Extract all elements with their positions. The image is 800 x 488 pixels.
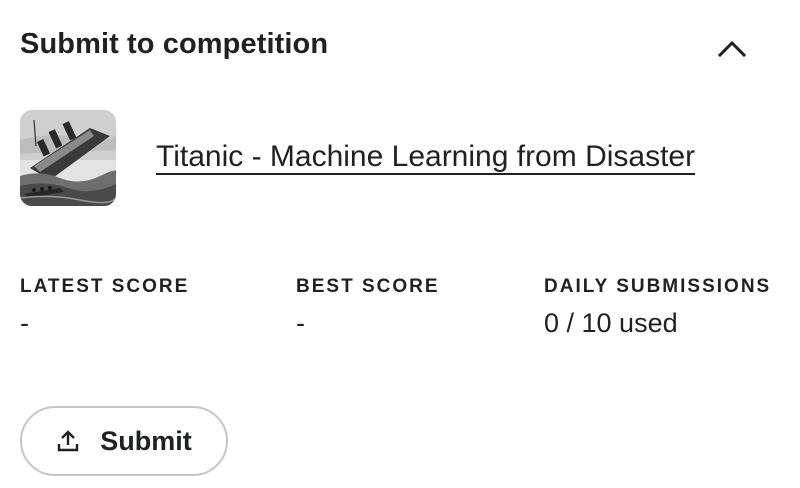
best-score-label: BEST SCORE [296,276,440,297]
submit-button-label: Submit [100,425,192,456]
competition-link[interactable]: Titanic - Machine Learning from Disaster [156,140,695,174]
submit-button[interactable]: Submit [20,406,228,476]
competition-thumbnail[interactable] [20,110,116,206]
daily-submissions: DAILY SUBMISSIONS 0 / 10 used [544,276,771,339]
chevron-up-icon [717,40,747,58]
daily-submissions-label: DAILY SUBMISSIONS [544,276,772,297]
daily-submissions-value: 0 / 10 used [544,308,678,338]
upload-icon [58,430,79,452]
best-score: BEST SCORE - [296,276,440,339]
best-score-value: - [296,308,305,338]
submit-panel: Submit to competition Titanic - Machine … [0,0,800,488]
collapse-button[interactable] [708,26,756,70]
latest-score-label: LATEST SCORE [20,276,190,297]
latest-score: LATEST SCORE - [20,276,189,339]
panel-title: Submit to competition [20,28,329,60]
latest-score-value: - [20,308,29,338]
sinking-ship-illustration [20,110,116,206]
